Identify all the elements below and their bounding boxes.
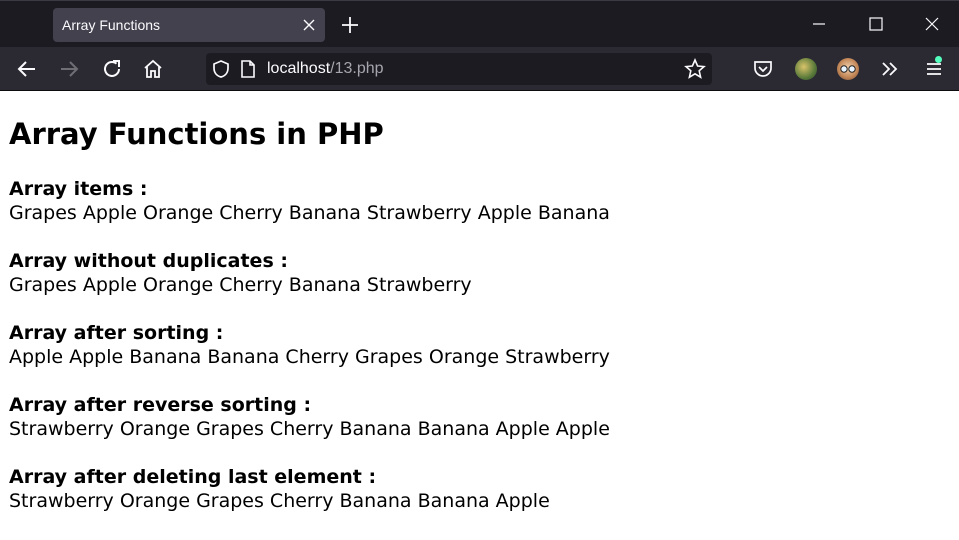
- section-value: Grapes Apple Orange Cherry Banana Strawb…: [9, 202, 610, 224]
- back-arrow-icon[interactable]: [16, 58, 38, 80]
- extension-avatar-icon[interactable]: [795, 58, 817, 80]
- shield-icon[interactable]: [211, 59, 231, 79]
- section-label: Array items :: [9, 178, 148, 200]
- section-value: Strawberry Orange Grapes Cherry Banana B…: [9, 418, 610, 440]
- new-tab-icon[interactable]: [340, 15, 360, 35]
- tab-title: Array Functions: [62, 17, 161, 33]
- section-after-sorting: Array after sorting : Apple Apple Banana…: [9, 321, 610, 369]
- forward-arrow-icon[interactable]: [58, 58, 80, 80]
- section-label: Array after sorting :: [9, 322, 224, 344]
- profile-avatar-icon[interactable]: [837, 58, 859, 80]
- close-tab-icon[interactable]: [301, 17, 317, 33]
- minimize-icon[interactable]: [810, 15, 828, 33]
- navigation-toolbar: localhost/13.php: [0, 47, 959, 91]
- home-icon[interactable]: [142, 58, 164, 80]
- section-value: Strawberry Orange Grapes Cherry Banana B…: [9, 490, 550, 512]
- section-value: Apple Apple Banana Banana Cherry Grapes …: [9, 346, 610, 368]
- bookmark-star-icon[interactable]: [684, 58, 706, 80]
- overflow-chevrons-icon[interactable]: [879, 58, 901, 80]
- section-label: Array after reverse sorting :: [9, 394, 312, 416]
- close-window-icon[interactable]: [923, 15, 941, 33]
- pocket-icon[interactable]: [752, 58, 774, 80]
- page-title: Array Functions in PHP: [9, 117, 384, 151]
- maximize-icon[interactable]: [867, 15, 885, 33]
- url-path: /13.php: [330, 60, 384, 77]
- tab-array-functions[interactable]: Array Functions: [53, 8, 325, 42]
- section-label: Array after deleting last element :: [9, 466, 377, 488]
- section-array-items: Array items : Grapes Apple Orange Cherry…: [9, 177, 610, 225]
- update-dot-icon: [935, 56, 942, 63]
- section-without-duplicates: Array without duplicates : Grapes Apple …: [9, 249, 472, 297]
- section-value: Grapes Apple Orange Cherry Banana Strawb…: [9, 274, 472, 296]
- tab-strip: Array Functions: [0, 0, 959, 47]
- page-icon[interactable]: [239, 59, 257, 79]
- section-after-deleting-last: Array after deleting last element : Stra…: [9, 465, 550, 513]
- reload-icon[interactable]: [101, 58, 123, 80]
- glasses-icon: [840, 65, 856, 73]
- url-text[interactable]: localhost/13.php: [267, 60, 384, 78]
- menu-icon[interactable]: [923, 58, 945, 80]
- section-label: Array without duplicates :: [9, 250, 288, 272]
- url-host: localhost: [267, 60, 331, 77]
- address-bar[interactable]: localhost/13.php: [206, 53, 712, 85]
- section-after-reverse-sorting: Array after reverse sorting : Strawberry…: [9, 393, 610, 441]
